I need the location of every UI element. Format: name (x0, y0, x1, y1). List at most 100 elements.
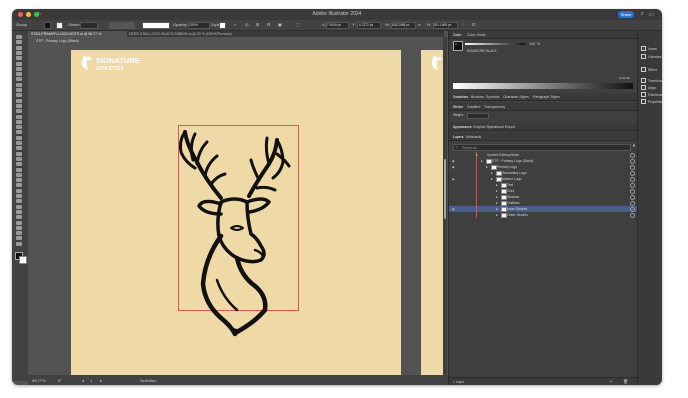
layer-row[interactable]: ▸ Shadow (449, 194, 638, 200)
tool-22-icon[interactable] (16, 146, 22, 151)
delete-layer-icon[interactable]: 🗑 (623, 379, 628, 384)
tool-36-icon[interactable] (16, 220, 22, 225)
layer-row[interactable]: ▸ Secondary Logo (449, 170, 638, 176)
tool-19-icon[interactable] (16, 130, 22, 135)
tool-12-icon[interactable] (16, 93, 22, 98)
tab-character-styles[interactable]: Character Styles (503, 95, 529, 99)
target-circle-icon[interactable] (630, 213, 635, 218)
expand-chevron-icon[interactable]: ▸ (496, 207, 498, 211)
expand-chevron-icon[interactable]: ▸ (486, 165, 488, 169)
layer-row[interactable]: ▸ Text (449, 182, 638, 188)
tool-33-icon[interactable] (16, 204, 22, 209)
tool-32-icon[interactable] (16, 199, 22, 204)
tool-29-icon[interactable] (16, 183, 22, 188)
tool-27-icon[interactable] (16, 172, 22, 177)
artboard-secondary[interactable] (421, 50, 444, 375)
tab-color[interactable]: Color (453, 33, 461, 37)
artboard-nav-prev-icon[interactable]: ◂ (82, 378, 84, 383)
tool-20-icon[interactable] (16, 135, 22, 140)
tab-brushes[interactable]: Brushes (471, 95, 484, 99)
expand-chevron-icon[interactable]: ▸ (496, 213, 498, 217)
tool-3-icon[interactable] (16, 45, 22, 50)
layer-row[interactable]: ▸ Gold (449, 188, 638, 194)
search-icon[interactable]: ⌕ (641, 11, 644, 18)
scrollbar-thumb[interactable] (444, 159, 446, 219)
tool-9-icon[interactable] (16, 77, 22, 82)
tool-15-icon[interactable] (16, 109, 22, 114)
visibility-eye-icon[interactable]: ◉ (452, 165, 455, 169)
tool-30-icon[interactable] (16, 188, 22, 193)
transform-icon[interactable]: ⬚ (296, 22, 300, 27)
tab-asset-export[interactable]: Asset Export (495, 125, 515, 129)
new-layer-icon[interactable]: ＋ (609, 379, 613, 385)
tab-appearance[interactable]: Appearance (453, 125, 472, 129)
tab-gradient[interactable]: Gradient (467, 105, 480, 109)
align-icon[interactable]: ⊞ (256, 22, 259, 27)
panel-align-button[interactable]: Align (641, 84, 656, 91)
recolor-icon[interactable]: ◐ (234, 22, 236, 27)
tab-paragraph-styles[interactable]: Paragraph Styles (533, 95, 560, 99)
tool-6-icon[interactable] (16, 61, 22, 66)
color-spectrum[interactable] (453, 83, 633, 89)
layer-row[interactable]: ◉ ▸ STP - Primary Logo (Stack) (449, 158, 638, 164)
tool-8-icon[interactable] (16, 72, 22, 77)
tool-34-icon[interactable] (16, 209, 22, 214)
artboard-nav-next-icon[interactable]: ▸ (100, 378, 102, 383)
panel-learn-button[interactable]: Learn (641, 45, 657, 52)
shape-icon[interactable]: ▣ (278, 22, 282, 27)
layer-row[interactable]: ◉ ▸ Mascot Logo (449, 176, 638, 182)
tool-39-icon[interactable] (16, 236, 22, 241)
tool-2-icon[interactable] (16, 40, 22, 45)
tool-23-icon[interactable] (16, 151, 22, 156)
opacity-field[interactable]: 100% (188, 22, 210, 29)
tool-10-icon[interactable] (16, 82, 22, 87)
filter-icon[interactable]: ▼ (632, 143, 636, 148)
tool-25-icon[interactable] (16, 162, 22, 167)
tool-18-icon[interactable] (16, 125, 22, 130)
expand-chevron-icon[interactable]: ▸ (491, 171, 493, 175)
panel-effect-button[interactable]: Effect (641, 66, 657, 73)
layers-search[interactable]: ⌕ Search All (453, 144, 631, 151)
tool-28-icon[interactable] (16, 178, 22, 183)
hex-value[interactable]: 1C1F1E (619, 76, 630, 80)
tool-38-icon[interactable] (16, 231, 22, 236)
layer-row[interactable]: ◉ ▸ Primary Logo (449, 164, 638, 170)
fill-color-swatch[interactable] (44, 22, 51, 29)
layer-row[interactable]: ◉ ▸ Inner Strokes (449, 206, 638, 212)
tab-layers[interactable]: Layers (453, 135, 464, 139)
style-swatch[interactable] (219, 22, 226, 29)
stag-head-illustration[interactable] (71, 50, 401, 375)
tab-stroke[interactable]: Stroke (453, 105, 463, 109)
stroke-swatch[interactable] (19, 256, 27, 264)
layer-row[interactable]: ▸ Outlines (449, 200, 638, 206)
tool-26-icon[interactable] (16, 167, 22, 172)
tool-16-icon[interactable] (16, 114, 22, 119)
expand-chevron-icon[interactable]: ▸ (476, 153, 478, 157)
tool-14-icon[interactable] (16, 103, 22, 108)
tool-35-icon[interactable] (16, 215, 22, 220)
tool-31-icon[interactable] (16, 194, 22, 198)
panel-transform-button[interactable]: Transform (641, 77, 662, 84)
tint-slider[interactable] (465, 43, 525, 45)
canvas-vertical-scrollbar[interactable] (443, 37, 447, 375)
rotation-value[interactable]: 0° (58, 378, 62, 383)
panel-pathfinder-button[interactable]: Pathfinder (641, 91, 662, 98)
visibility-eye-icon[interactable]: ◉ (452, 207, 455, 211)
tool-1-icon[interactable] (16, 35, 22, 39)
layer-row[interactable]: ▸ Outer Strokes (449, 212, 638, 218)
expand-chevron-icon[interactable]: ▸ (491, 177, 493, 181)
expand-chevron-icon[interactable]: ▸ (496, 201, 498, 205)
canvas[interactable]: STP - Primary Logo (Stack) SIGNATURE ATH… (28, 37, 444, 375)
global-edit-icon[interactable]: ◎ (245, 22, 249, 27)
brush-definition-field[interactable] (142, 22, 170, 29)
artboard-number[interactable]: 1 (90, 378, 92, 383)
tab-graphic-styles[interactable]: Graphic Styles (473, 125, 496, 129)
tool-21-icon[interactable] (16, 141, 22, 145)
share-button[interactable]: Share (618, 11, 634, 18)
distribute-icon[interactable]: ⊟ (267, 22, 270, 27)
tint-value[interactable]: 100 (529, 42, 535, 46)
tab-transparency[interactable]: Transparency (484, 105, 505, 109)
y-field[interactable]: -6.2272 px (357, 22, 381, 29)
tool-5-icon[interactable] (16, 56, 22, 61)
w-field[interactable]: 518.2088 px (391, 22, 416, 29)
